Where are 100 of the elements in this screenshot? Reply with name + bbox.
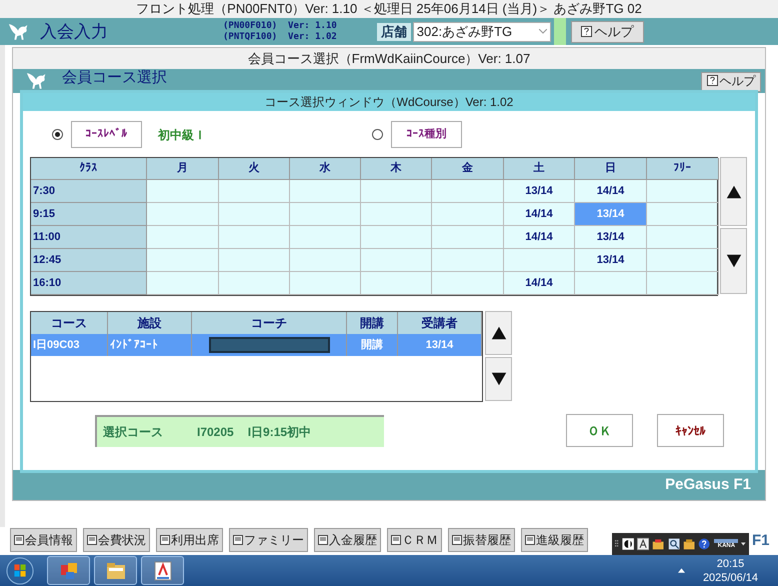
help-button[interactable]: ヘルプ — [701, 72, 761, 92]
table-cell-text: ｲﾝﾄﾞｱｺｰﾄ — [110, 338, 158, 353]
caret-icon[interactable] — [741, 542, 746, 546]
store-dropdown[interactable]: 302:あざみ野TG — [412, 22, 551, 42]
schedule-cell[interactable] — [361, 180, 432, 203]
column-header: 受講者 — [398, 312, 482, 334]
column-header: 日 — [575, 158, 647, 180]
window-icon — [318, 535, 328, 545]
ok-button[interactable]: ＯＫ — [566, 414, 633, 447]
taskbar-app-button[interactable] — [47, 556, 90, 585]
shortcut-label: F1 — [752, 531, 770, 551]
mode-button[interactable]: ｺｰｽ種別 — [391, 121, 462, 148]
input-mode-icon[interactable] — [637, 536, 650, 552]
schedule-cell[interactable] — [290, 203, 361, 226]
schedule-cell[interactable]: 14/14 — [504, 226, 575, 249]
schedule-cell[interactable] — [219, 203, 290, 226]
start-button[interactable] — [6, 556, 34, 584]
column-header: ﾌﾘｰ — [647, 158, 719, 180]
function-button[interactable]: 進級履歴 — [521, 528, 588, 552]
triangle-up-icon — [490, 324, 508, 342]
column-header: 施設 — [108, 312, 192, 334]
schedule-cell[interactable] — [647, 180, 719, 203]
level-text: 初中級Ｉ — [158, 126, 206, 144]
schedule-cell[interactable] — [147, 249, 219, 272]
function-button[interactable]: 振替履歴 — [448, 528, 515, 552]
function-button[interactable]: 会費状況 — [83, 528, 150, 552]
function-button[interactable]: ファミリー — [229, 528, 308, 552]
time-label: 9:15 — [31, 203, 147, 226]
product-name: PeGasus F1 — [665, 474, 751, 495]
column-header: 水 — [290, 158, 361, 180]
help-button[interactable]: ヘルプ — [570, 20, 644, 42]
schedule-cell[interactable] — [290, 226, 361, 249]
schedule-cell[interactable]: 13/14 — [504, 180, 575, 203]
time-label: 16:10 — [31, 272, 147, 295]
dictionary-icon[interactable] — [668, 536, 680, 552]
schedule-cell[interactable] — [147, 226, 219, 249]
window-title: 会員コース選択（FrmWdKaiinCource）Ver: 1.07 — [246, 50, 532, 68]
clock-time: 20:15 — [716, 556, 744, 570]
schedule-cell[interactable] — [432, 180, 504, 203]
schedule-cell[interactable] — [219, 249, 290, 272]
triangle-down-icon — [724, 252, 742, 270]
radio-button[interactable] — [372, 129, 383, 140]
cancel-button[interactable]: ｷｬﾝｾﾙ — [657, 414, 724, 447]
version-label: (PNTQF100) Ver: 1.02 — [223, 32, 337, 42]
column-header: 土 — [504, 158, 575, 180]
window-icon — [391, 535, 401, 545]
schedule-cell[interactable] — [647, 272, 719, 295]
schedule-cell[interactable]: 13/14 — [575, 226, 647, 249]
function-button[interactable]: 利用出席 — [156, 528, 223, 552]
schedule-cell[interactable] — [147, 272, 219, 295]
column-header: コーチ — [192, 312, 347, 334]
schedule-cell[interactable] — [647, 226, 719, 249]
dialog-title: コース選択ウィンドウ（WdCourse）Ver: 1.02 — [23, 93, 755, 111]
table-cell-text: I日09C03 — [33, 338, 80, 353]
ime-mode-icon[interactable] — [622, 536, 634, 552]
window-icon — [233, 535, 243, 545]
schedule-cell[interactable] — [361, 272, 432, 295]
schedule-cell[interactable] — [219, 226, 290, 249]
help-icon[interactable] — [698, 536, 710, 552]
schedule-cell[interactable]: 13/14 — [575, 249, 647, 272]
function-button[interactable]: ＣＲＭ — [387, 528, 442, 552]
schedule-cell[interactable]: 14/14 — [504, 272, 575, 295]
schedule-cell[interactable] — [219, 180, 290, 203]
screen-title: 入会入力 — [40, 20, 108, 43]
schedule-cell[interactable] — [504, 249, 575, 272]
window-icon — [452, 535, 462, 545]
clock[interactable]: 20:15 2025/06/14 — [702, 556, 758, 584]
schedule-cell[interactable] — [361, 226, 432, 249]
schedule-cell[interactable] — [147, 180, 219, 203]
schedule-cell[interactable] — [432, 203, 504, 226]
schedule-cell[interactable] — [432, 272, 504, 295]
course-code: I70205 — [197, 424, 234, 440]
scroll-up-button[interactable] — [720, 157, 747, 226]
scroll-down-button[interactable] — [720, 228, 747, 294]
clock-date: 2025/06/14 — [702, 570, 758, 584]
schedule-cell[interactable] — [361, 249, 432, 272]
taskbar-app-button[interactable] — [141, 556, 184, 585]
schedule-cell[interactable] — [290, 272, 361, 295]
schedule-cell[interactable] — [290, 180, 361, 203]
scroll-down-button[interactable] — [485, 357, 512, 401]
radio-button[interactable] — [52, 129, 63, 140]
schedule-cell[interactable] — [575, 272, 647, 295]
chevron-up-icon[interactable] — [678, 568, 685, 573]
schedule-cell[interactable] — [147, 203, 219, 226]
folder-button[interactable] — [94, 556, 137, 585]
schedule-cell[interactable] — [219, 272, 290, 295]
schedule-cell[interactable] — [290, 249, 361, 272]
function-button[interactable]: 入金履歴 — [314, 528, 381, 552]
help-icon — [706, 75, 718, 86]
schedule-cell[interactable] — [432, 226, 504, 249]
schedule-cell[interactable] — [647, 203, 719, 226]
scroll-up-button[interactable] — [485, 311, 512, 355]
app-icon — [152, 560, 174, 582]
function-button[interactable]: 会員情報 — [10, 528, 77, 552]
schedule-cell[interactable] — [361, 203, 432, 226]
course-name: I日9:15初中 — [248, 424, 312, 440]
schedule-cell[interactable] — [432, 249, 504, 272]
schedule-cell[interactable] — [647, 249, 719, 272]
mode-button[interactable]: ｺｰｽﾚﾍﾞﾙ — [71, 121, 142, 148]
time-label: 7:30 — [31, 180, 147, 203]
